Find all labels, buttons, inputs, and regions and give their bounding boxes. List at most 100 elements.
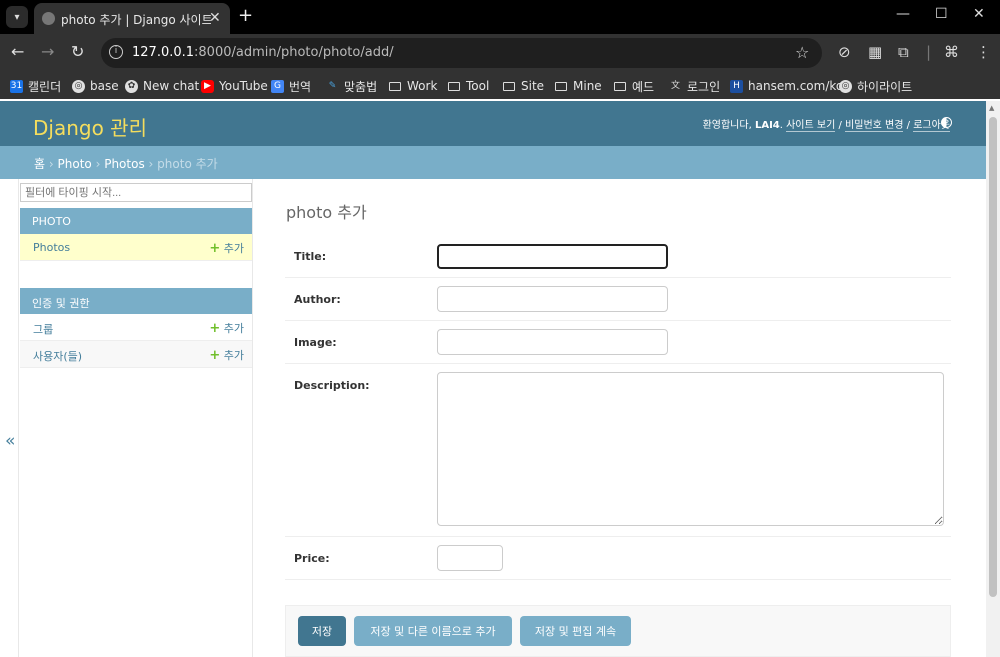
nav-filter-input[interactable] <box>20 183 252 202</box>
folder-icon <box>448 81 460 91</box>
breadcrumb-current: photo 추가 <box>157 157 218 171</box>
address-url: 127.0.0.1:8000/admin/photo/photo/add/ <box>132 45 394 60</box>
sidebar-item-photos[interactable]: Photos + 추가 <box>20 234 252 261</box>
folder-icon <box>503 81 515 91</box>
calendar-icon: 31 <box>10 79 23 93</box>
form-row-price: Price: <box>285 537 951 580</box>
module-caption-auth[interactable]: 인증 및 권한 <box>20 288 252 314</box>
chatgpt-icon: ✿ <box>125 79 138 93</box>
bookmarks-bar: 31 캘린더 ◎ base ✿ New chat ▶ YouTube G 번역 ✎ 맞춤법 … <box>0 72 1000 99</box>
browser-toolbar: ← → ↻ i 127.0.0.1:8000/admin/photo/photo… <box>0 34 1000 72</box>
toolbar-divider: | <box>926 43 932 61</box>
qr-code-icon[interactable]: ▦ <box>868 43 882 61</box>
welcome-text: 환영합니다, <box>702 120 752 131</box>
site-branding[interactable]: Django 관리 <box>33 112 147 141</box>
tab-search-button[interactable]: ▾ <box>6 6 28 28</box>
page-scrollbar[interactable]: ▲ <box>986 101 1000 657</box>
add-group-link[interactable]: + 추가 <box>209 320 244 336</box>
login-icon: 文 <box>670 80 680 91</box>
author-label: Author: <box>294 293 341 306</box>
bookmark-folder-site[interactable]: Site <box>503 77 544 95</box>
compass-icon[interactable]: ⊘ <box>838 43 851 61</box>
breadcrumb-home[interactable]: 홈 <box>34 157 45 171</box>
minimize-icon[interactable]: — <box>896 6 910 22</box>
plus-icon: + <box>209 241 221 256</box>
module-caption-photo[interactable]: PHOTO <box>20 208 252 234</box>
sidebar-item-label[interactable]: Photos <box>33 241 70 254</box>
folder-icon <box>389 81 401 91</box>
tab-title: photo 추가 | Django 사이트 관 <box>61 13 211 27</box>
forward-icon[interactable]: → <box>41 42 54 61</box>
nav-sidebar: PHOTO Photos + 추가 인증 및 권한 그룹 + 추가 사용자(들)… <box>18 179 253 657</box>
profile-icon[interactable]: ⌘ <box>944 43 959 61</box>
hansem-icon: H <box>730 79 743 93</box>
bookmark-hansem[interactable]: Hhansem.com/ko/ <box>730 77 847 95</box>
view-site-link[interactable]: 사이트 보기 <box>786 120 836 132</box>
bookmark-star-icon[interactable]: ☆ <box>795 43 809 62</box>
sidebar-collapse-toggle[interactable]: « <box>5 431 15 451</box>
sidebar-item-label[interactable]: 사용자(들) <box>33 348 82 364</box>
form-row-description: Description: <box>285 364 951 537</box>
add-photo-link[interactable]: + 추가 <box>209 240 244 256</box>
save-button[interactable]: 저장 <box>298 616 346 646</box>
page-title: photo 추가 <box>286 203 367 222</box>
image-label: Image: <box>294 336 337 349</box>
sidebar-item-label[interactable]: 그룹 <box>33 321 53 337</box>
bookmark-folder-mine[interactable]: Mine <box>555 77 602 95</box>
price-input[interactable] <box>437 545 503 571</box>
site-info-icon[interactable]: i <box>109 45 123 59</box>
bookmark-folder-tool[interactable]: Tool <box>448 77 489 95</box>
description-textarea[interactable] <box>437 372 944 526</box>
sidebar-item-users[interactable]: 사용자(들) + 추가 <box>20 341 252 368</box>
bookmark-new-chat[interactable]: ✿ New chat <box>125 77 199 95</box>
extensions-icon[interactable]: ⧉ <box>898 43 909 61</box>
globe-icon: ◎ <box>72 79 85 93</box>
title-label: Title: <box>294 250 327 263</box>
price-label: Price: <box>294 552 330 565</box>
bookmark-translate[interactable]: G 번역 <box>271 77 311 95</box>
spellcheck-icon: ✎ <box>328 80 337 91</box>
admin-header: Django 관리 환영합니다, LAI4. 사이트 보기 / 비밀번호 변경 … <box>0 101 986 146</box>
browser-tab-strip: ▾ photo 추가 | Django 사이트 관 ✕ + — ☐ ✕ <box>0 0 1000 34</box>
new-tab-button[interactable]: + <box>238 5 253 26</box>
username: LAI4 <box>754 120 780 131</box>
breadcrumb-model[interactable]: Photos <box>104 157 144 171</box>
back-icon[interactable]: ← <box>11 42 24 61</box>
bookmark-base[interactable]: ◎ base <box>72 77 119 95</box>
youtube-icon: ▶ <box>201 79 214 93</box>
bookmark-highlight[interactable]: ◎ 하이라이트 <box>839 77 912 95</box>
maximize-icon[interactable]: ☐ <box>935 6 948 22</box>
breadcrumb-app[interactable]: Photo <box>58 157 92 171</box>
translate-icon: G <box>271 79 284 93</box>
author-input[interactable] <box>437 286 668 312</box>
bookmark-login[interactable]: 文 로그인 <box>669 77 720 95</box>
plus-icon: + <box>209 348 221 363</box>
change-password-link[interactable]: 비밀번호 변경 <box>845 120 904 132</box>
bookmark-calendar[interactable]: 31 캘린더 <box>10 77 61 95</box>
globe-icon <box>42 12 55 25</box>
scroll-up-icon[interactable]: ▲ <box>989 104 994 112</box>
close-tab-icon[interactable]: ✕ <box>209 10 221 26</box>
window-close-icon[interactable]: ✕ <box>973 6 985 22</box>
menu-kebab-icon[interactable]: ⋮ <box>976 43 991 61</box>
address-bar[interactable]: i 127.0.0.1:8000/admin/photo/photo/add/ … <box>101 38 822 68</box>
form-row-title: Title: <box>285 234 951 278</box>
sidebar-item-groups[interactable]: 그룹 + 추가 <box>20 314 252 341</box>
breadcrumb: 홈 › Photo › Photos › photo 추가 <box>0 146 986 179</box>
bookmark-folder-ed[interactable]: 예드 <box>614 77 654 95</box>
form-row-image: Image: <box>285 321 951 364</box>
bookmark-folder-work[interactable]: Work <box>389 77 437 95</box>
reload-icon[interactable]: ↻ <box>71 42 84 61</box>
image-input[interactable] <box>437 329 668 355</box>
save-and-add-another-button[interactable]: 저장 및 다른 이름으로 추가 <box>354 616 512 646</box>
bookmark-youtube[interactable]: ▶ YouTube <box>201 77 268 95</box>
title-input[interactable] <box>437 244 668 269</box>
description-label: Description: <box>294 379 370 392</box>
form-row-author: Author: <box>285 278 951 321</box>
add-user-link[interactable]: + 추가 <box>209 347 244 363</box>
bookmark-spellcheck[interactable]: ✎ 맞춤법 <box>326 77 377 95</box>
browser-tab[interactable]: photo 추가 | Django 사이트 관 ✕ <box>34 3 230 34</box>
save-and-continue-button[interactable]: 저장 및 편집 계속 <box>520 616 631 646</box>
theme-toggle-icon[interactable] <box>941 117 952 128</box>
scrollbar-thumb[interactable] <box>989 117 997 597</box>
